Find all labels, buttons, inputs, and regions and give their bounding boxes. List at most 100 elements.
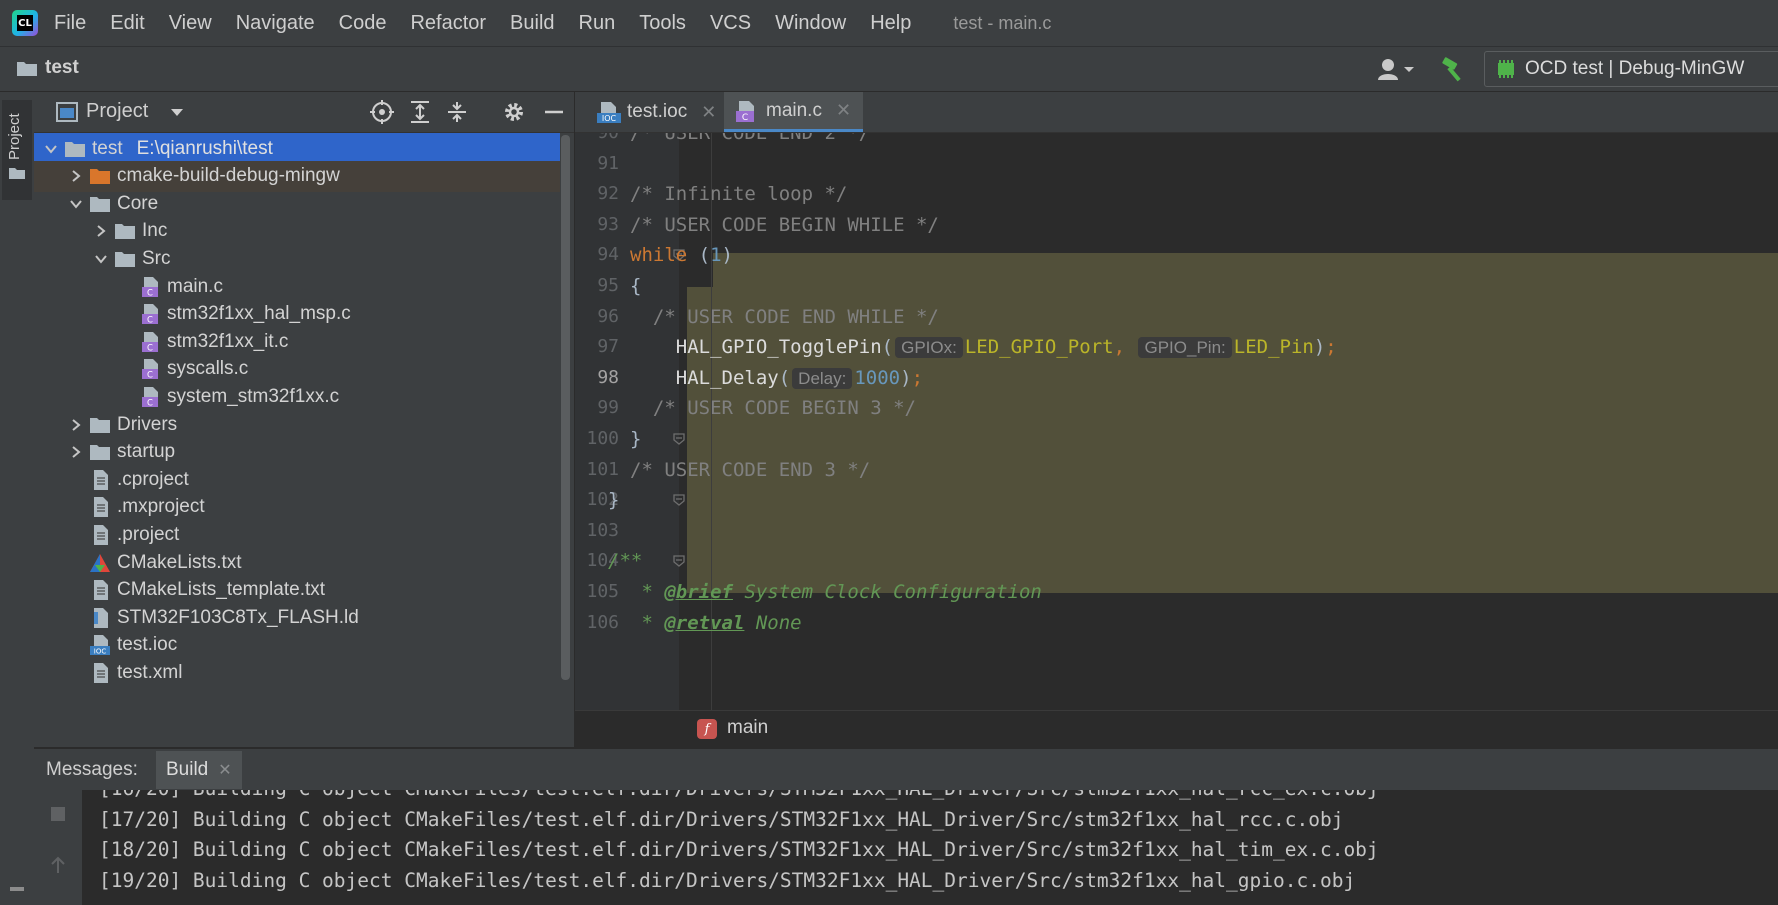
tab-build[interactable]: Build ✕: [156, 751, 242, 789]
code-line[interactable]: * @retval None: [630, 606, 801, 640]
tree-item[interactable]: CMakeLists.txt: [34, 547, 560, 578]
menu-navigate[interactable]: Navigate: [236, 12, 315, 35]
tree-item[interactable]: STM32F103C8Tx_FLASH.ld: [34, 602, 560, 633]
code-line[interactable]: /* USER CODE END WHILE */: [630, 300, 939, 334]
chevron-right-icon[interactable]: [69, 418, 83, 432]
tree-item[interactable]: Csystem_stm32f1xx.c: [34, 381, 560, 412]
clion-logo-icon[interactable]: CL: [12, 10, 38, 36]
menu-file[interactable]: File: [54, 12, 86, 35]
close-icon[interactable]: ✕: [218, 760, 231, 780]
arrow-up-icon[interactable]: [50, 856, 66, 874]
structure-tool-icon[interactable]: [9, 886, 25, 900]
close-icon[interactable]: ✕: [701, 102, 716, 123]
menu-view[interactable]: View: [169, 12, 212, 35]
user-account-icon[interactable]: [1376, 57, 1418, 81]
folder-icon: [90, 445, 110, 461]
chevron-right-icon[interactable]: [94, 224, 108, 238]
c-file-icon: C: [142, 304, 158, 325]
chevron-right-icon[interactable]: [69, 445, 83, 459]
code-line[interactable]: /* USER CODE END 3 */: [630, 453, 870, 487]
menu-tools[interactable]: Tools: [639, 12, 686, 35]
tab-test-ioc[interactable]: IOC test.ioc ✕: [589, 92, 724, 132]
code-line[interactable]: }: [630, 422, 641, 456]
menu-code[interactable]: Code: [339, 12, 387, 35]
gear-icon[interactable]: [503, 101, 525, 123]
tree-item-label: main.c: [167, 275, 223, 297]
tree-item[interactable]: Core: [34, 188, 560, 219]
menu-window[interactable]: Window: [775, 12, 846, 35]
code-editor[interactable]: 9091929394959697989910010110210310410510…: [575, 133, 1778, 710]
tree-item[interactable]: Inc: [34, 216, 560, 247]
code-line[interactable]: /* USER CODE BEGIN WHILE */: [630, 208, 939, 242]
chevron-down-icon[interactable]: [170, 108, 184, 118]
tree-item[interactable]: test E:\qianrushi\test: [34, 133, 560, 164]
code-line[interactable]: while (1): [630, 238, 733, 272]
window-title: test - main.c: [953, 12, 1052, 33]
menu-build[interactable]: Build: [510, 12, 554, 35]
tree-item-label: stm32f1xx_it.c: [167, 330, 289, 352]
stop-icon[interactable]: [50, 806, 66, 822]
menu-bar: CL File Edit View Navigate Code Refactor Build…: [0, 0, 1778, 47]
project-tree-scrollbar[interactable]: [561, 135, 570, 680]
code-line[interactable]: /* Infinite loop */: [630, 177, 847, 211]
menu-help[interactable]: Help: [870, 12, 911, 35]
build-hammer-icon[interactable]: [1440, 56, 1466, 82]
fold-marker-icon[interactable]: [673, 555, 685, 568]
tree-item[interactable]: IOC test.ioc: [34, 630, 560, 661]
code-line[interactable]: /**: [608, 544, 642, 578]
fold-marker-icon[interactable]: [673, 494, 685, 507]
line-number: 94: [597, 244, 619, 266]
collapse-all-icon[interactable]: [446, 100, 468, 124]
tree-item[interactable]: cmake-build-debug-mingw: [34, 160, 560, 192]
folder-icon: [9, 168, 25, 179]
project-view-selector[interactable]: Project: [86, 100, 148, 123]
code-line[interactable]: }: [608, 483, 619, 517]
code-line[interactable]: {: [630, 269, 641, 303]
tree-item[interactable]: .mxproject: [34, 492, 560, 523]
chevron-down-icon[interactable]: [94, 252, 108, 266]
menu-edit[interactable]: Edit: [110, 12, 144, 35]
tree-item-label: test.xml: [117, 661, 183, 683]
menu-vcs[interactable]: VCS: [710, 12, 751, 35]
menu-refactor[interactable]: Refactor: [410, 12, 486, 35]
tree-item-label: test.ioc: [117, 634, 178, 656]
chevron-down-icon[interactable]: [44, 142, 58, 156]
tree-item[interactable]: test.xml: [34, 657, 560, 688]
menu-run[interactable]: Run: [579, 12, 616, 35]
chevron-right-icon[interactable]: [69, 169, 83, 183]
tree-item[interactable]: Drivers: [34, 409, 560, 440]
folder-icon: [90, 169, 110, 185]
left-tool-strip: [0, 92, 35, 905]
tree-item[interactable]: Cmain.c: [34, 271, 560, 302]
breadcrumb-project[interactable]: test: [45, 57, 79, 79]
tree-item[interactable]: .cproject: [34, 464, 560, 495]
tree-item[interactable]: CMakeLists_template.txt: [34, 575, 560, 606]
code-line[interactable]: * @brief System Clock Configuration: [630, 575, 1041, 609]
tree-item[interactable]: Csyscalls.c: [34, 354, 560, 385]
line-number: 97: [597, 336, 619, 358]
tree-item[interactable]: Src: [34, 243, 560, 274]
tree-item[interactable]: Cstm32f1xx_it.c: [34, 326, 560, 357]
tab-label: test.ioc: [627, 101, 688, 122]
build-output[interactable]: [16/20] Building C object CMakeFiles/tes…: [83, 790, 1778, 905]
locate-target-icon[interactable]: [370, 100, 394, 124]
chevron-down-icon[interactable]: [69, 197, 83, 211]
code-line[interactable]: /* USER CODE END 2 */: [630, 133, 870, 150]
tree-item[interactable]: Cstm32f1xx_hal_msp.c: [34, 299, 560, 330]
close-icon[interactable]: ✕: [836, 100, 851, 121]
project-tool-tab[interactable]: Project: [2, 100, 32, 200]
expand-all-icon[interactable]: [409, 100, 431, 124]
breadcrumb-function[interactable]: main: [727, 717, 768, 739]
tab-main-c[interactable]: C main.c ✕: [724, 92, 864, 132]
svg-text:IOC: IOC: [94, 648, 107, 656]
tree-item-label: .cproject: [117, 468, 189, 490]
fold-marker-icon[interactable]: [673, 433, 685, 445]
ld-file-icon: [94, 607, 108, 628]
tree-item[interactable]: .project: [34, 519, 560, 550]
messages-header: Messages: Build ✕: [34, 748, 1778, 791]
code-line[interactable]: /* USER CODE BEGIN 3 */: [630, 391, 916, 425]
run-configuration-selector[interactable]: OCD test | Debug-MinGW: [1484, 51, 1778, 87]
tree-item[interactable]: startup: [34, 437, 560, 468]
minimize-icon[interactable]: [544, 102, 564, 122]
c-file-icon: C: [142, 386, 158, 407]
